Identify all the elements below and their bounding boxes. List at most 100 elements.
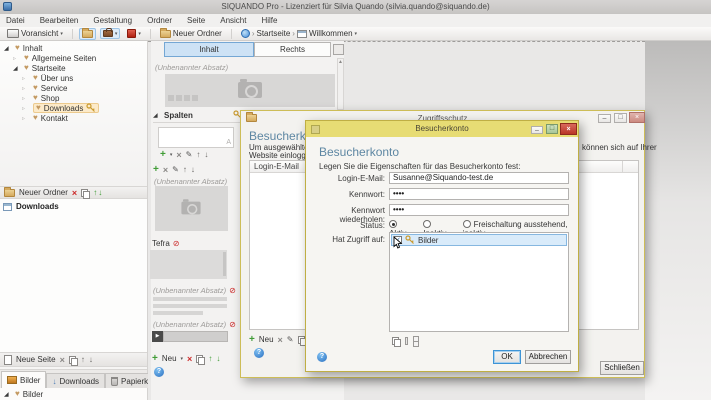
close-dialog-button[interactable]: Schließen (600, 361, 644, 375)
help-icon[interactable]: ? (317, 352, 327, 362)
breadcrumb-home[interactable]: Startseite (257, 29, 291, 38)
scroll-up-icon[interactable]: ▲ (338, 59, 343, 65)
tab-downloads[interactable]: ↓ Downloads (46, 373, 105, 388)
tefra-block-label[interactable]: Tefra ⊘ (152, 239, 180, 248)
play-icon[interactable]: ▶ (152, 331, 163, 342)
maximize-button[interactable]: □ (614, 113, 627, 123)
expander-icon[interactable]: ◢ (4, 45, 12, 52)
password-field[interactable]: •••• (389, 188, 569, 200)
move-page-up-icon[interactable]: ↑ (81, 356, 85, 364)
tree-item-inhalt[interactable]: ◢ ♥ Inhalt (0, 43, 147, 53)
tab-inhalt[interactable]: Inhalt (164, 42, 254, 57)
folder-tool-button[interactable] (79, 28, 96, 40)
select-column-icon[interactable] (405, 337, 408, 345)
close-button[interactable]: × (560, 123, 577, 135)
delete-icon[interactable]: × (163, 166, 168, 174)
paragraph-block-label[interactable]: (Unbenannter Absatz) ⊘ (153, 286, 236, 295)
expander-icon[interactable]: ▹ (22, 85, 30, 92)
move-down-icon[interactable]: ↓ (191, 166, 195, 174)
new-folder-button[interactable]: Neuer Ordner (157, 27, 225, 40)
delete-icon[interactable]: × (187, 355, 192, 363)
menu-bearbeiten[interactable]: Bearbeiten (40, 16, 79, 25)
add-icon[interactable]: + (152, 355, 158, 363)
breadcrumb-page[interactable]: Willkommen (309, 29, 353, 38)
editor-scrollbar[interactable]: ▲ (337, 58, 344, 110)
delete-account-icon[interactable]: × (278, 336, 283, 344)
text-block[interactable]: A (158, 127, 234, 148)
spalten-section-header[interactable]: ◢ Spalten (153, 111, 245, 123)
expander-icon[interactable]: ◢ (153, 112, 161, 119)
new-page-icon[interactable] (4, 355, 12, 365)
tree-item-startseite[interactable]: ◢ ♥ Startseite (0, 63, 147, 73)
delete-icon[interactable]: × (176, 151, 181, 159)
move-up-icon[interactable]: ↑ (208, 355, 212, 363)
project-tool-button[interactable]: ▾ (100, 28, 121, 39)
password-repeat-field[interactable]: •••• (389, 204, 569, 216)
move-up-icon[interactable]: ↑ (183, 166, 187, 174)
move-up-icon[interactable]: ↑ (196, 151, 200, 159)
expander-icon[interactable]: ◢ (4, 391, 12, 398)
tab-rechts[interactable]: Rechts (254, 42, 331, 57)
new-page-label[interactable]: Neue Seite (16, 355, 56, 364)
edit-icon[interactable]: ✎ (172, 166, 179, 174)
login-email-field[interactable]: Susanne@Siquando-test.de (389, 172, 569, 184)
expander-icon[interactable]: ▹ (22, 75, 30, 82)
menu-ordner[interactable]: Ordner (147, 16, 172, 25)
ok-button[interactable]: OK (493, 350, 521, 364)
move-page-down-icon[interactable]: ↓ (89, 356, 93, 364)
menu-ansicht[interactable]: Ansicht (220, 16, 246, 25)
select-all-icon[interactable] (413, 336, 417, 345)
cancel-button[interactable]: Abbrechen (525, 350, 571, 364)
tree-item-service[interactable]: ▹ ♥ Service (0, 83, 147, 93)
add-icon[interactable]: + (153, 166, 159, 174)
add-icon[interactable]: + (160, 151, 166, 159)
image-placeholder-block[interactable] (165, 74, 335, 107)
delete-page-icon[interactable]: × (60, 356, 65, 364)
move-down-icon[interactable]: ↓ (204, 151, 208, 159)
expander-icon[interactable]: ▹ (13, 55, 21, 62)
help-icon[interactable]: ? (254, 348, 264, 358)
new-block-label[interactable]: Neu (162, 354, 177, 363)
duplicate-icon[interactable] (392, 337, 400, 345)
close-button[interactable]: × (629, 112, 645, 123)
block-scrollbar[interactable] (223, 252, 226, 276)
duplicate-folder-icon[interactable] (81, 189, 89, 197)
access-list[interactable]: ✓ Bilder (389, 232, 569, 332)
menu-gestaltung[interactable]: Gestaltung (93, 16, 132, 25)
image-placeholder-block[interactable] (155, 186, 228, 231)
column-divider[interactable] (622, 161, 623, 173)
tree-item-allgemeine-seiten[interactable]: ▹ ♥ Allgemeine Seiten (0, 53, 147, 63)
add-account-label[interactable]: Neu (259, 335, 274, 344)
expander-icon[interactable]: ▹ (22, 95, 30, 102)
duplicate-page-icon[interactable] (69, 356, 77, 364)
chevron-down-icon[interactable]: ▾ (181, 356, 184, 362)
menu-seite[interactable]: Seite (187, 16, 205, 25)
move-up-icon[interactable]: ↑ (93, 189, 97, 197)
content-block[interactable] (150, 250, 227, 279)
maximize-button[interactable]: □ (546, 124, 558, 134)
expander-icon[interactable]: ◢ (13, 65, 21, 72)
media-player-block[interactable]: ▶ (152, 331, 228, 342)
minimize-button[interactable]: – (598, 114, 611, 123)
layout-panel-icon[interactable] (333, 44, 344, 55)
tab-bilder[interactable]: Bilder (1, 371, 46, 388)
new-folder-icon[interactable] (4, 189, 15, 197)
table-header-login[interactable]: Login-E-Mail (254, 162, 299, 171)
minimize-button[interactable]: – (531, 126, 543, 134)
preview-button[interactable]: Voransicht ▾ (4, 27, 66, 40)
access-list-item-bilder[interactable]: ✓ Bilder (391, 234, 567, 246)
tree-item-kontakt[interactable]: ▹ ♥ Kontakt (0, 113, 147, 123)
menu-datei[interactable]: Datei (6, 16, 25, 25)
menu-hilfe[interactable]: Hilfe (261, 16, 277, 25)
tree-item-downloads[interactable]: ▹ ♥ Downloads (0, 103, 147, 113)
expander-icon[interactable]: ▹ (22, 115, 30, 122)
duplicate-icon[interactable] (196, 355, 204, 363)
tree-item-ueber-uns[interactable]: ▹ ♥ Über uns (0, 73, 147, 83)
add-account-icon[interactable]: + (249, 336, 255, 344)
paragraph-block-label[interactable]: (Unbenannter Absatz) ⊘ (153, 320, 236, 329)
style-tool-button[interactable]: ▾ (124, 27, 144, 40)
chevron-down-icon[interactable]: ▾ (170, 152, 173, 158)
edit-account-icon[interactable]: ✎ (287, 336, 294, 344)
new-folder-label[interactable]: Neuer Ordner (19, 188, 68, 197)
tree-item-shop[interactable]: ▹ ♥ Shop (0, 93, 147, 103)
